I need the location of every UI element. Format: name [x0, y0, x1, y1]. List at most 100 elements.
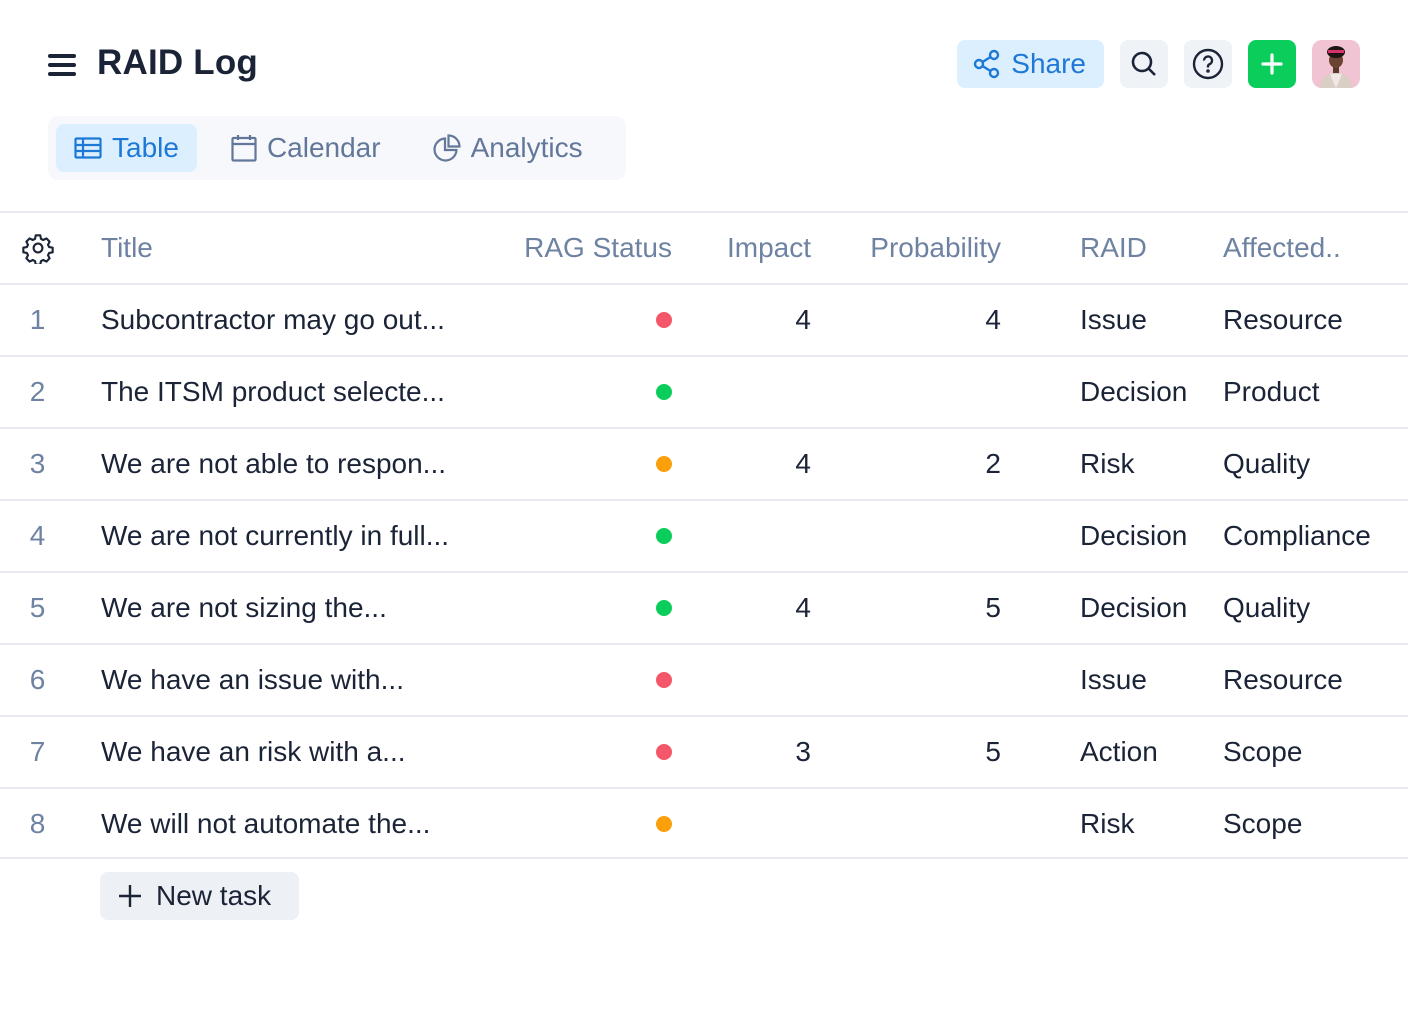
new-task-label: New task [156, 880, 272, 911]
affected-area-cell[interactable]: Scope [1223, 717, 1302, 787]
row-title[interactable]: We have an risk with a... [101, 717, 406, 787]
page-title: RAID Log [97, 43, 259, 82]
table-row[interactable]: 3 We are not able to respon... 4 2 Risk Quali… [0, 427, 1408, 499]
rag-status-dot-red [656, 672, 672, 688]
table-row[interactable]: 4 We are not currently in full... Decision… [0, 499, 1408, 571]
table-row[interactable]: 5 We are not sizing the... 4 5 Decision Quali… [0, 571, 1408, 643]
settings-button[interactable] [22, 213, 54, 283]
row-number: 2 [29, 376, 46, 407]
probability-cell[interactable] [840, 357, 1001, 427]
table-icon [74, 137, 102, 159]
help-button[interactable] [1184, 40, 1232, 88]
probability-cell[interactable]: 4 [840, 285, 1001, 355]
impact-cell[interactable] [700, 789, 811, 859]
add-button[interactable] [1248, 40, 1296, 88]
impact-cell[interactable] [700, 501, 811, 571]
pie-chart-icon [433, 134, 461, 162]
rag-status-cell[interactable] [500, 357, 672, 427]
affected-area-cell[interactable]: Compliance [1223, 501, 1371, 571]
affected-area-cell[interactable]: Quality [1223, 429, 1310, 499]
impact-cell[interactable]: 4 [700, 285, 811, 355]
plus-icon [119, 885, 141, 907]
impact-cell[interactable] [700, 645, 811, 715]
hamburger-menu-icon[interactable] [48, 54, 76, 76]
rag-status-dot-red [656, 744, 672, 760]
raid-type-cell[interactable]: Issue [1080, 285, 1147, 355]
table-row[interactable]: 2 The ITSM product selecte... Decision Prod… [0, 355, 1408, 427]
probability-cell[interactable] [840, 789, 1001, 859]
probability-cell[interactable]: 2 [840, 429, 1001, 499]
table-row[interactable]: 6 We have an issue with... Issue Resource [0, 643, 1408, 715]
table-row[interactable]: 1 Subcontractor may go out... 4 4 Issue Resou… [0, 283, 1408, 355]
row-number: 1 [29, 304, 46, 335]
column-header-impact[interactable]: Impact [700, 213, 811, 283]
rag-status-dot-green [656, 384, 672, 400]
affected-area-cell[interactable]: Product [1223, 357, 1320, 427]
raid-type-cell[interactable]: Decision [1080, 573, 1187, 643]
raid-type-cell[interactable]: Risk [1080, 429, 1134, 499]
column-header-probability[interactable]: Probability [840, 213, 1001, 283]
affected-area-cell[interactable]: Resource [1223, 645, 1343, 715]
raid-table: Title RAG Status Impact Probability RAID… [0, 211, 1408, 859]
affected-area-cell[interactable]: Scope [1223, 789, 1302, 859]
new-task-button[interactable]: New task [100, 872, 300, 920]
affected-area-cell[interactable]: Quality [1223, 573, 1310, 643]
tab-calendar-label: Calendar [266, 132, 381, 163]
search-button[interactable] [1120, 40, 1168, 88]
row-number: 7 [29, 736, 46, 767]
rag-status-cell[interactable] [500, 573, 672, 643]
row-title[interactable]: We are not sizing the... [101, 573, 387, 643]
raid-type-cell[interactable]: Issue [1080, 645, 1147, 715]
calendar-icon [231, 135, 257, 162]
rag-status-cell[interactable] [500, 501, 672, 571]
rag-status-dot-green [656, 528, 672, 544]
header: RAID Log Share [0, 0, 1408, 110]
column-header-raid[interactable]: RAID [1080, 213, 1147, 283]
column-header-affected[interactable]: Affected.. [1223, 213, 1341, 283]
raid-type-cell[interactable]: Action [1080, 717, 1158, 787]
probability-cell[interactable] [840, 501, 1001, 571]
table-header: Title RAG Status Impact Probability RAID… [0, 211, 1408, 283]
table-row[interactable]: 7 We have an risk with a... 3 5 Action Scope [0, 715, 1408, 787]
gear-icon [22, 234, 54, 264]
search-icon [1131, 51, 1156, 76]
row-number: 5 [29, 592, 46, 623]
rag-status-dot-amber [656, 816, 672, 832]
table-row[interactable]: 8 We will not automate the... Risk Scope [0, 787, 1408, 859]
row-title[interactable]: We have an issue with... [101, 645, 404, 715]
row-number: 8 [29, 808, 46, 839]
tab-table-label: Table [112, 132, 179, 163]
rag-status-cell[interactable] [500, 645, 672, 715]
probability-cell[interactable] [840, 645, 1001, 715]
user-avatar[interactable] [1312, 40, 1360, 88]
probability-cell[interactable]: 5 [840, 573, 1001, 643]
row-title[interactable]: We are not able to respon... [101, 429, 446, 499]
row-number: 4 [29, 520, 46, 551]
row-title[interactable]: Subcontractor may go out... [101, 285, 445, 355]
impact-cell[interactable] [700, 357, 811, 427]
tab-analytics-label: Analytics [470, 132, 583, 163]
raid-type-cell[interactable]: Risk [1080, 789, 1134, 859]
rag-status-cell[interactable] [500, 717, 672, 787]
header-actions: Share [957, 40, 1360, 88]
rag-status-cell[interactable] [500, 285, 672, 355]
impact-cell[interactable]: 4 [700, 429, 811, 499]
row-title[interactable]: We will not automate the... [101, 789, 430, 859]
impact-cell[interactable]: 4 [700, 573, 811, 643]
raid-type-cell[interactable]: Decision [1080, 357, 1187, 427]
raid-type-cell[interactable]: Decision [1080, 501, 1187, 571]
share-button[interactable]: Share [957, 40, 1104, 88]
column-header-title[interactable]: Title [101, 213, 153, 283]
row-title[interactable]: The ITSM product selecte... [101, 357, 445, 427]
rag-status-cell[interactable] [500, 429, 672, 499]
rag-status-cell[interactable] [500, 789, 672, 859]
row-number: 3 [29, 448, 46, 479]
probability-cell[interactable]: 5 [840, 717, 1001, 787]
tab-table[interactable]: Table [56, 124, 197, 172]
tab-analytics[interactable]: Analytics [415, 124, 601, 172]
tab-calendar[interactable]: Calendar [213, 124, 399, 172]
affected-area-cell[interactable]: Resource [1223, 285, 1343, 355]
impact-cell[interactable]: 3 [700, 717, 811, 787]
row-title[interactable]: We are not currently in full... [101, 501, 449, 571]
column-header-rag-status[interactable]: RAG Status [500, 213, 672, 283]
